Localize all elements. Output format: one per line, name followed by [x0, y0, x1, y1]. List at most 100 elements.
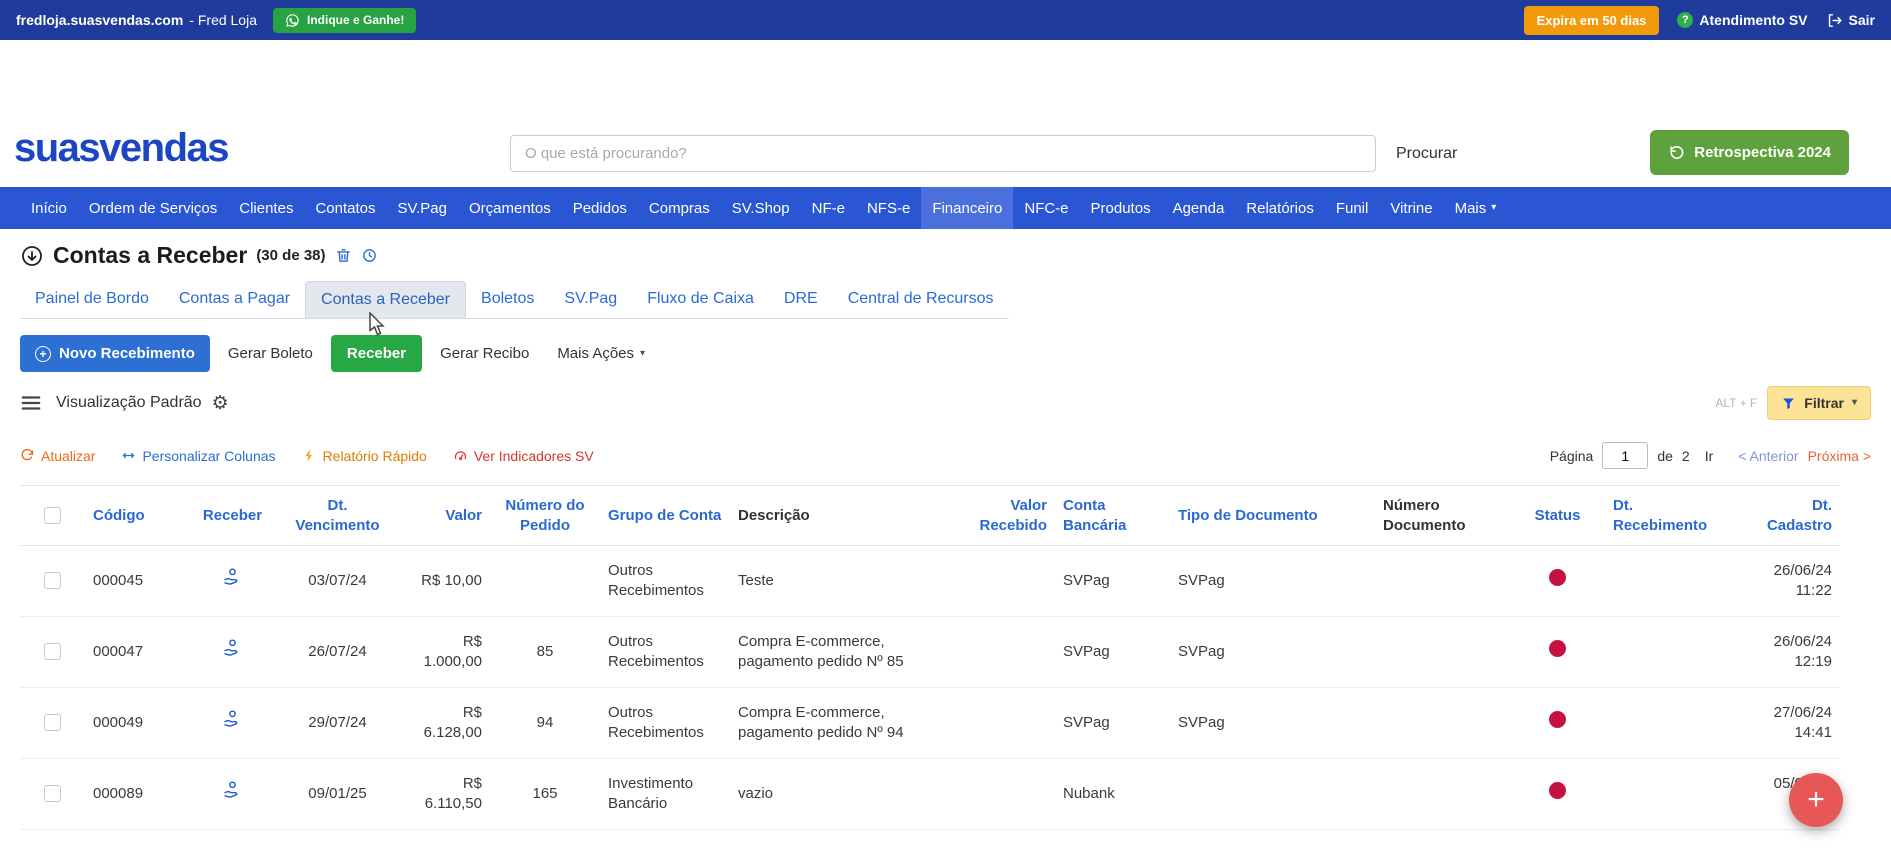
nav-item-orcamentos[interactable]: Orçamentos — [458, 187, 562, 229]
nav-item-agenda[interactable]: Agenda — [1162, 187, 1236, 229]
search-input[interactable] — [510, 135, 1376, 172]
gear-icon[interactable]: ⚙ — [212, 392, 229, 415]
app-logo[interactable]: suasvendas — [14, 126, 230, 170]
col-header-dt-cadastro[interactable]: Dt. Cadastro — [1735, 485, 1840, 546]
mais-acoes-button[interactable]: Mais Ações ▾ — [547, 335, 655, 372]
nav-item-inicio[interactable]: Início — [20, 187, 78, 229]
receber-button[interactable]: Receber — [330, 335, 423, 372]
row-checkbox[interactable] — [44, 643, 61, 661]
nav-item-sv-shop[interactable]: SV.Shop — [721, 187, 801, 229]
col-header-dt-recebimento[interactable]: Dt. Recebimento — [1605, 485, 1735, 546]
relatorio-rapido-link[interactable]: Relatório Rápido — [302, 448, 427, 464]
nav-item-ordem-de-servicos[interactable]: Ordem de Serviços — [78, 187, 228, 229]
tab-fluxo-de-caixa[interactable]: Fluxo de Caixa — [632, 281, 769, 318]
sair-link[interactable]: Sair — [1826, 12, 1875, 29]
select-all-checkbox[interactable] — [44, 507, 61, 525]
nav-item-funil[interactable]: Funil — [1325, 187, 1380, 229]
refresh-icon — [20, 448, 35, 463]
pagina-label: Página — [1549, 447, 1594, 464]
nav-item-financeiro[interactable]: Financeiro — [921, 187, 1014, 229]
retrospectiva-button[interactable]: Retrospectiva 2024 — [1650, 130, 1849, 175]
nav-item-contatos[interactable]: Contatos — [304, 187, 386, 229]
tab-contas-a-receber[interactable]: Contas a Receber — [305, 281, 467, 318]
col-header-numero-documento[interactable]: Número Documento — [1375, 485, 1510, 546]
hamburger-menu-icon[interactable] — [20, 392, 42, 414]
nav-item-nfs-e[interactable]: NFS-e — [856, 187, 921, 229]
cell-valor: R$ 10,00 — [395, 545, 490, 617]
tab-boletos[interactable]: Boletos — [466, 281, 549, 318]
expira-button[interactable]: Expira em 50 dias — [1523, 5, 1660, 35]
ir-button[interactable]: Ir — [1705, 448, 1714, 464]
col-header-receber[interactable]: Receber — [185, 485, 280, 546]
header: suasvendas Procurar Retrospectiva 2024 — [0, 40, 1891, 187]
col-header-dt-vencimento[interactable]: Dt. Vencimento — [280, 485, 395, 546]
col-header-valor-recebido[interactable]: Valor Recebido — [940, 485, 1055, 546]
cell-status — [1510, 616, 1605, 688]
tab-dre[interactable]: DRE — [769, 281, 833, 318]
col-header-descricao[interactable]: Descrição — [730, 485, 940, 546]
col-header-conta-bancaria[interactable]: Conta Bancária — [1055, 485, 1170, 546]
anterior-link[interactable]: < Anterior — [1738, 448, 1798, 464]
nav-item-compras[interactable]: Compras — [638, 187, 721, 229]
cell-status — [1510, 545, 1605, 617]
nav-item-produtos[interactable]: Produtos — [1080, 187, 1162, 229]
nav-item-clientes[interactable]: Clientes — [228, 187, 304, 229]
cell-checkbox — [20, 687, 85, 759]
cell-conta: SVPag — [1055, 545, 1170, 617]
receber-money-icon[interactable] — [222, 780, 243, 801]
logo-text: endas — [119, 126, 230, 170]
history-clock-icon[interactable] — [361, 247, 378, 264]
nav-item-pedidos[interactable]: Pedidos — [562, 187, 638, 229]
tab-painel-de-bordo[interactable]: Painel de Bordo — [20, 281, 164, 318]
fab-add-button[interactable]: + — [1789, 773, 1843, 827]
nav-item-mais[interactable]: Mais ▾ — [1444, 187, 1508, 229]
col-header-numero-do-pedido[interactable]: Número do Pedido — [490, 485, 600, 546]
proxima-link[interactable]: Próxima > — [1808, 448, 1871, 464]
ver-indicadores-link[interactable]: Ver Indicadores SV — [453, 448, 594, 464]
filtrar-button[interactable]: Filtrar ▾ — [1767, 386, 1871, 420]
receber-money-icon[interactable] — [222, 709, 243, 730]
main-nav: Início Ordem de Serviços Clientes Contatos S… — [0, 187, 1891, 229]
atendimento-link[interactable]: ? Atendimento SV — [1677, 12, 1808, 28]
nav-item-nfc-e[interactable]: NFC-e — [1013, 187, 1079, 229]
nav-item-relatorios[interactable]: Relatórios — [1235, 187, 1325, 229]
table-row: 000045 03/07/24 R$ 10,00 Outros Recebimento… — [20, 545, 1840, 617]
page-number-input[interactable] — [1602, 442, 1649, 469]
col-header-codigo[interactable]: Código — [85, 485, 185, 546]
col-header-grupo-de-conta[interactable]: Grupo de Conta — [600, 485, 730, 546]
cell-cadastro: 26/06/24 12:19 — [1735, 616, 1840, 688]
receber-money-icon[interactable] — [222, 638, 243, 659]
trash-icon[interactable] — [335, 247, 352, 264]
procurar-button[interactable]: Procurar — [1396, 145, 1457, 163]
tab-contas-a-pagar[interactable]: Contas a Pagar — [164, 281, 305, 318]
collapse-circle-down-icon[interactable] — [20, 244, 44, 268]
tab-sv-pag[interactable]: SV.Pag — [549, 281, 632, 318]
cell-grupo: Outros Recebimentos — [600, 687, 730, 759]
retrospectiva-label: Retrospectiva 2024 — [1694, 144, 1831, 161]
novo-recebimento-button[interactable]: + Novo Recebimento — [20, 335, 210, 372]
personalizar-colunas-link[interactable]: Personalizar Colunas — [121, 448, 276, 464]
nav-item-sv-pag[interactable]: SV.Pag — [387, 187, 459, 229]
cell-tipo_doc: SVPag — [1170, 687, 1375, 759]
row-checkbox[interactable] — [44, 714, 61, 732]
cell-vencimento: 09/01/25 — [280, 758, 395, 830]
col-header-tipo-de-documento[interactable]: Tipo de Documento — [1170, 485, 1375, 546]
cell-num_doc — [1375, 687, 1510, 759]
cell-valor_recebido — [940, 687, 1055, 759]
col-header-status[interactable]: Status — [1510, 485, 1605, 546]
gerar-recibo-button[interactable]: Gerar Recibo — [430, 335, 539, 372]
atualizar-link[interactable]: Atualizar — [20, 448, 95, 464]
cell-recebimento — [1605, 687, 1735, 759]
nav-item-nf-e[interactable]: NF-e — [801, 187, 856, 229]
indique-ganhe-button[interactable]: Indique e Ganhe! — [273, 7, 417, 33]
row-checkbox[interactable] — [44, 572, 61, 590]
cell-valor_recebido — [940, 545, 1055, 617]
cell-descricao: Compra E-commerce, pagamento pedido Nº 9… — [730, 687, 940, 759]
row-checkbox[interactable] — [44, 785, 61, 803]
cell-vencimento: 03/07/24 — [280, 545, 395, 617]
col-header-valor[interactable]: Valor — [395, 485, 490, 546]
gerar-boleto-button[interactable]: Gerar Boleto — [218, 335, 323, 372]
receber-money-icon[interactable] — [222, 567, 243, 588]
nav-item-vitrine[interactable]: Vitrine — [1379, 187, 1443, 229]
tab-central-de-recursos[interactable]: Central de Recursos — [833, 281, 1009, 318]
